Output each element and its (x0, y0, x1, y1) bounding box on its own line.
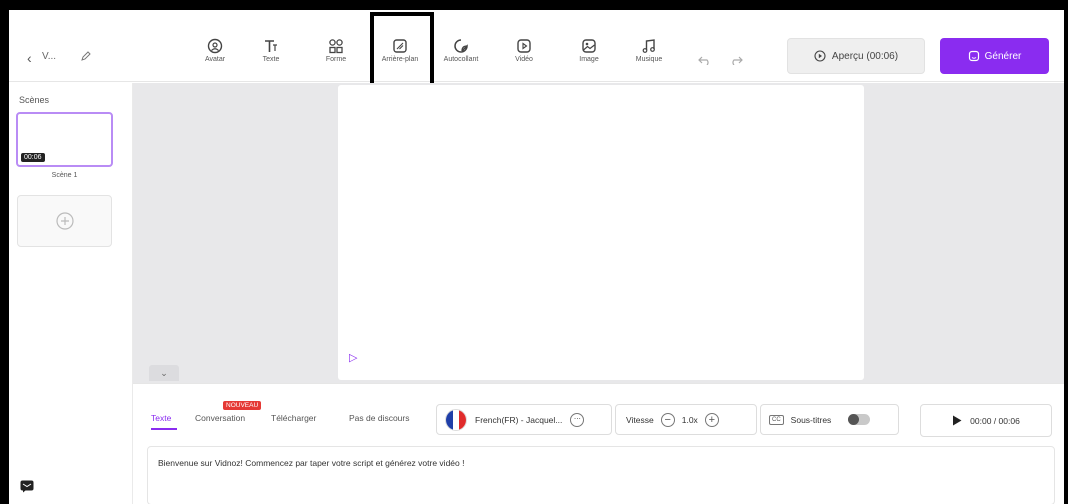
frame-left-border (0, 0, 9, 504)
tool-autocollant-label: Autocollant (443, 56, 479, 63)
speed-decrease-button[interactable]: − (660, 412, 675, 427)
app-window: ‹ V... Avatar Texte Forme Arrière-plan A… (9, 10, 1064, 504)
frame-right-border (1064, 0, 1068, 504)
generate-button-label: Générer (984, 50, 1022, 62)
tool-forme[interactable]: Forme (308, 38, 364, 63)
text-icon (265, 40, 277, 52)
tool-musique-label: Musique (635, 56, 663, 63)
play-icon (953, 415, 962, 426)
play-button[interactable]: 00:00 / 00:06 (920, 404, 1052, 437)
undo-icon[interactable] (698, 52, 712, 70)
chat-icon[interactable] (20, 480, 34, 498)
avatar-icon (207, 38, 223, 54)
new-badge: NOUVEAU (223, 401, 262, 410)
generate-icon (968, 50, 979, 62)
closed-captions-icon: CC (769, 414, 784, 425)
tool-texte-label: Texte (262, 56, 280, 63)
tool-autocollant[interactable]: Autocollant (433, 38, 489, 63)
plus-circle-icon (55, 212, 74, 230)
french-flag-icon (445, 408, 467, 431)
subtitles-toggle[interactable] (848, 414, 871, 425)
tool-forme-label: Forme (325, 56, 347, 63)
speed-control: Vitesse − 1.0x + (615, 404, 757, 435)
project-name[interactable]: V... (42, 51, 56, 62)
video-icon (517, 39, 531, 53)
collapse-panel-button[interactable]: ⌄ (149, 365, 179, 381)
redo-icon[interactable] (729, 52, 743, 70)
top-toolbar: ‹ V... Avatar Texte Forme Arrière-plan A… (9, 10, 1064, 82)
subtitles-label: Sous-titres (790, 414, 832, 425)
tab-texte[interactable]: Texte (151, 413, 171, 423)
script-panel: Texte Conversation NOUVEAU Télécharger P… (133, 383, 1064, 504)
script-input[interactable]: Bienvenue sur Vidnoz! Commencez par tape… (147, 446, 1055, 504)
scenes-sidebar: Scènes 00:06 Scène 1 (9, 83, 133, 504)
speed-label: Vitesse (626, 414, 654, 425)
tab-conversation[interactable]: Conversation (195, 413, 245, 423)
generate-button[interactable]: Générer (940, 38, 1049, 74)
tool-avatar[interactable]: Avatar (187, 38, 243, 63)
watermark-logo-icon: ▷ (349, 352, 358, 364)
playback-time: 00:00 / 00:06 (970, 415, 1020, 426)
tool-video-label: Vidéo (515, 56, 533, 63)
preview-button-label: Aperçu (00:06) (831, 50, 899, 62)
tool-image[interactable]: Image (561, 38, 617, 63)
chevron-left-icon[interactable]: ‹ (27, 50, 32, 66)
image-icon (582, 39, 596, 53)
scenes-title: Scènes (19, 95, 50, 105)
scene-label: Scène 1 (51, 172, 78, 179)
subtitles-control: CC Sous-titres (760, 404, 899, 435)
active-tab-indicator (151, 428, 177, 430)
frame-top-border (0, 0, 1068, 10)
more-options-icon[interactable]: ⋯ (570, 412, 585, 427)
video-canvas[interactable]: ▷ (338, 85, 864, 380)
tool-avatar-label: Avatar (204, 56, 226, 63)
edit-icon[interactable] (80, 49, 92, 67)
tab-pas-de-discours[interactable]: Pas de discours (349, 413, 409, 423)
preview-button[interactable]: Aperçu (00:06) (787, 38, 925, 74)
add-scene-button[interactable] (17, 195, 112, 247)
speed-increase-button[interactable]: + (704, 412, 719, 427)
music-icon (642, 39, 655, 53)
tool-video[interactable]: Vidéo (496, 38, 552, 63)
tab-telecharger[interactable]: Télécharger (271, 413, 316, 423)
canvas-area: ▷ ⌄ (133, 83, 1064, 383)
sticker-icon (454, 39, 468, 53)
tool-musique[interactable]: Musique (621, 38, 677, 63)
scene-duration: 00:06 (21, 153, 45, 162)
tool-image-label: Image (579, 56, 599, 63)
tool-texte[interactable]: Texte (243, 38, 299, 63)
script-text: Bienvenue sur Vidnoz! Commencez par tape… (158, 458, 465, 468)
scene-thumbnail[interactable]: 00:06 (16, 112, 113, 167)
speed-value: 1.0x (681, 414, 698, 425)
shape-icon (329, 39, 343, 54)
play-circle-icon (814, 50, 826, 62)
voice-selector[interactable]: French(FR) - Jacquel... ⋯ (436, 404, 612, 435)
voice-label: French(FR) - Jacquel... (475, 414, 563, 425)
